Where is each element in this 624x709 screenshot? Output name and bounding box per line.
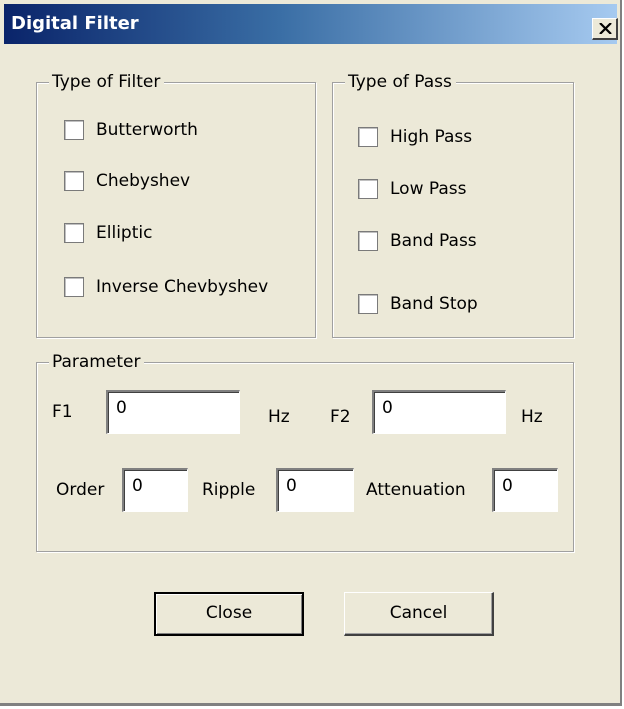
- parameter-legend: Parameter: [49, 351, 145, 373]
- checkbox-label: Band Stop: [390, 294, 478, 314]
- close-button[interactable]: Close: [154, 592, 304, 636]
- window-close-button[interactable]: [592, 18, 618, 40]
- pass-type-legend: Type of Pass: [345, 71, 456, 93]
- checkbox-box[interactable]: [358, 179, 378, 199]
- checkbox-label: Inverse Chevbyshev: [96, 277, 269, 297]
- filter-type-legend: Type of Filter: [49, 71, 165, 93]
- f2-label: F2: [330, 407, 351, 427]
- checkbox-box[interactable]: [358, 294, 378, 314]
- filter-type-group: Type of Filter Butterworth Chebyshev Ell…: [36, 71, 316, 338]
- f1-unit-label: Hz: [268, 407, 290, 427]
- close-icon: [599, 23, 612, 34]
- checkbox-label: Chebyshev: [96, 171, 191, 191]
- attenuation-label: Attenuation: [366, 480, 466, 500]
- checkbox-box[interactable]: [64, 277, 84, 297]
- attenuation-input[interactable]: 0: [492, 468, 558, 512]
- title-bar[interactable]: Digital Filter: [4, 4, 618, 44]
- checkbox-box[interactable]: [64, 171, 84, 191]
- ripple-input[interactable]: 0: [276, 468, 354, 512]
- f1-label: F1: [52, 402, 73, 422]
- digital-filter-dialog: Digital Filter Type of Filter Butterwort…: [0, 0, 622, 706]
- checkbox-label: High Pass: [390, 127, 473, 147]
- checkbox-label: Elliptic: [96, 223, 153, 243]
- cancel-button[interactable]: Cancel: [344, 592, 494, 636]
- f2-input[interactable]: 0: [372, 390, 506, 434]
- pass-type-group: Type of Pass High Pass Low Pass Band Pas…: [332, 71, 574, 338]
- f1-input[interactable]: 0: [106, 390, 240, 434]
- checkbox-label: Low Pass: [390, 179, 467, 199]
- window-title: Digital Filter: [11, 13, 139, 34]
- checkbox-box[interactable]: [358, 127, 378, 147]
- checkbox-label: Butterworth: [96, 120, 198, 140]
- checkbox-box[interactable]: [64, 223, 84, 243]
- order-label: Order: [56, 480, 105, 500]
- ripple-label: Ripple: [202, 480, 256, 500]
- checkbox-box[interactable]: [64, 120, 84, 140]
- checkbox-box[interactable]: [358, 231, 378, 251]
- f2-unit-label: Hz: [521, 407, 543, 427]
- checkbox-label: Band Pass: [390, 231, 477, 251]
- order-input[interactable]: 0: [122, 468, 188, 512]
